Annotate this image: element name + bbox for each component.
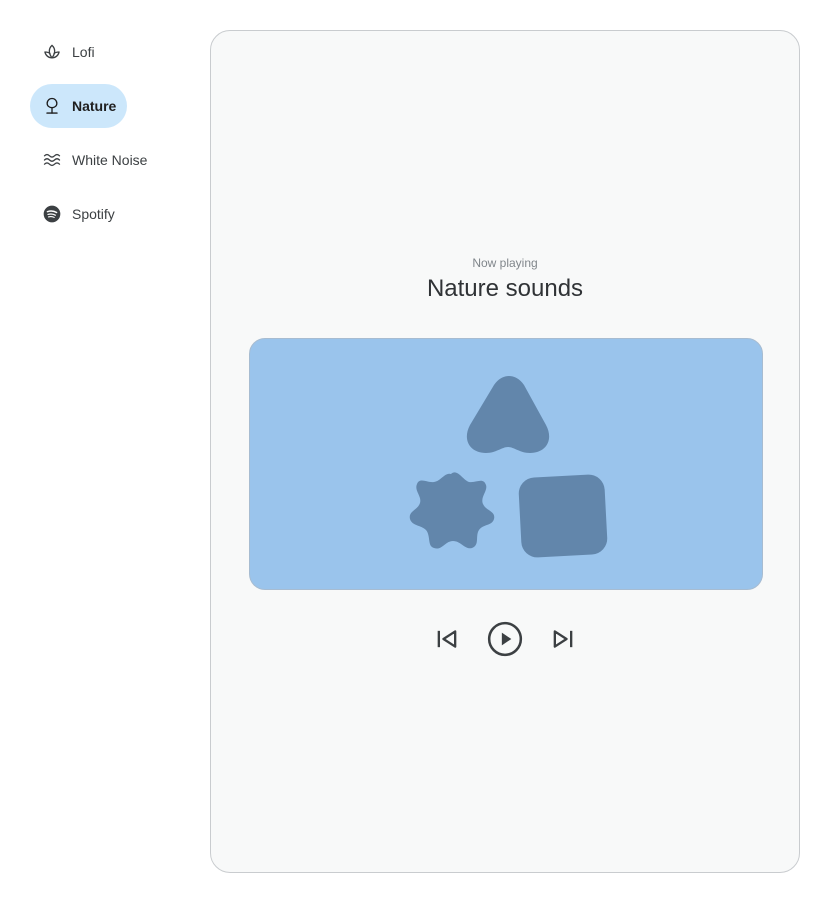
shapes-illustration	[409, 376, 608, 558]
tree-icon	[42, 96, 62, 116]
sidebar-item-label: Nature	[72, 98, 117, 114]
now-playing-label: Now playing	[472, 256, 538, 270]
sidebar-item-lofi[interactable]: Lofi	[30, 30, 107, 74]
sidebar-item-spotify[interactable]: Spotify	[30, 192, 127, 236]
sidebar-item-label: Lofi	[72, 44, 95, 60]
next-button[interactable]	[543, 619, 583, 659]
play-button[interactable]	[485, 619, 525, 659]
previous-button[interactable]	[427, 619, 467, 659]
skip-previous-icon	[437, 630, 457, 648]
sidebar-item-label: White Noise	[72, 152, 148, 168]
lotus-icon	[42, 42, 62, 62]
playback-controls	[211, 619, 799, 659]
spotify-icon	[42, 204, 62, 224]
player-panel: Now playing Nature sounds	[210, 30, 800, 873]
album-art	[249, 338, 763, 590]
sidebar-item-label: Spotify	[72, 206, 115, 222]
play-circle-icon	[487, 621, 523, 657]
sidebar-item-nature[interactable]: Nature	[30, 84, 128, 128]
track-title: Nature sounds	[426, 275, 584, 302]
sidebar-item-white-noise[interactable]: White Noise	[30, 138, 159, 182]
sidebar-nav: Lofi Nature White Noise Spotify	[30, 30, 190, 246]
waves-icon	[42, 150, 62, 170]
skip-next-icon	[553, 630, 573, 648]
